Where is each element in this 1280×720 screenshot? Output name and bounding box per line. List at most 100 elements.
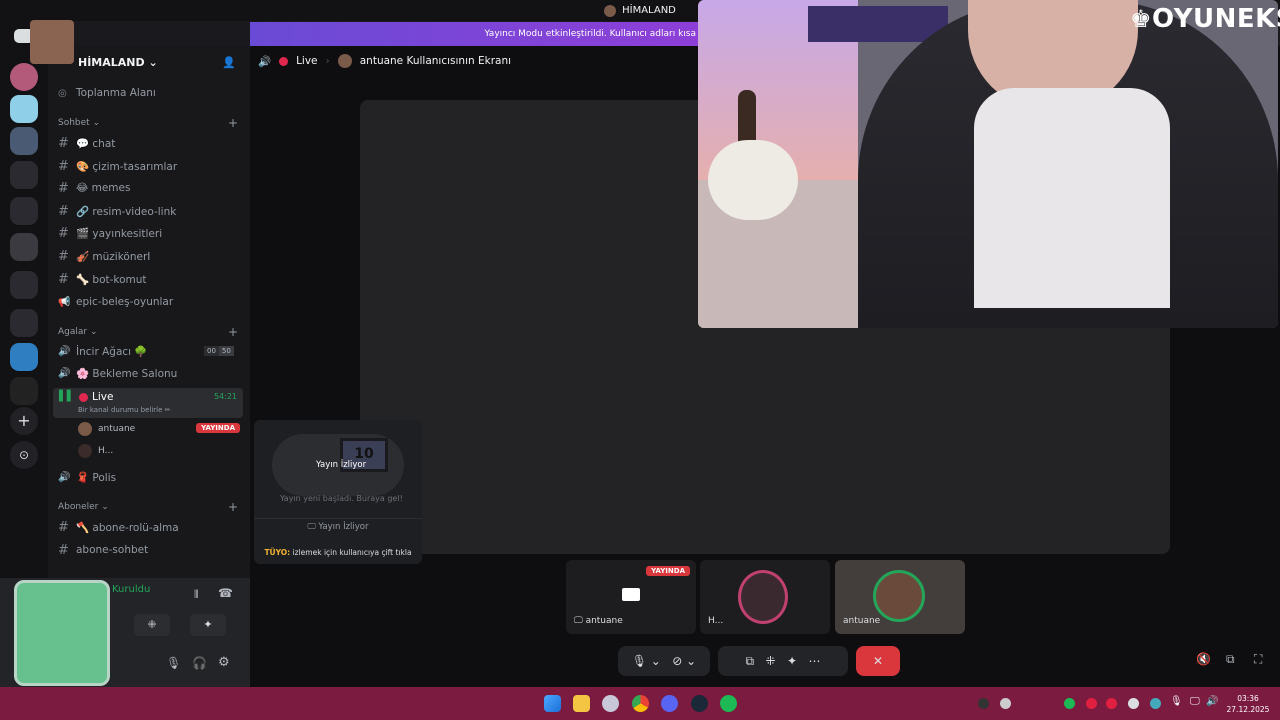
headphones-icon[interactable]: 🎧 [192, 656, 207, 670]
channel-toplanma[interactable]: ◎ Toplanma Alanı [58, 84, 156, 102]
microphone-icon[interactable]: 🎙 [166, 656, 181, 670]
streamer-mode-banner: Yayıncı Modu etkinleştirildi. Kullanıcı … [250, 22, 700, 46]
channel-status[interactable]: Bir kanal durumu belirle ✏ [78, 406, 171, 414]
channel-memes[interactable]: # 😂 memes [58, 179, 130, 197]
server-icon[interactable] [10, 95, 38, 123]
live-badge: YAYINDA [646, 566, 690, 576]
tray-icon[interactable] [1128, 698, 1139, 709]
invite-icon[interactable]: 👤 [222, 56, 236, 69]
microphone-control[interactable]: 🎙 ⌄ ⊘ ⌄ [618, 646, 710, 676]
server-folder-icon[interactable] [10, 271, 38, 299]
fullscreen-icon[interactable]: ⛶ [1254, 652, 1262, 667]
add-channel-icon[interactable]: + [228, 500, 238, 514]
activities-button[interactable]: ⁜ [134, 614, 170, 636]
stream-preview-popup: 10 Yayın İzliyor Yayın yeni başladı. Bur… [254, 420, 422, 564]
channel-abone-sohbet[interactable]: # abone-sohbet [58, 541, 148, 559]
leave-call-button[interactable]: ✕ [856, 646, 900, 676]
server-icon[interactable] [10, 233, 38, 261]
popout-icon[interactable]: ⧉ [1226, 652, 1235, 667]
soundboard-icon[interactable]: ⫴ [194, 588, 199, 602]
header-channel-name: Live [296, 55, 318, 67]
server-icon[interactable] [10, 127, 38, 155]
channel-bot[interactable]: # 🦴 bot-komut [58, 270, 147, 288]
mic-tray-icon[interactable]: 🎙 [1170, 696, 1183, 707]
voice-channel-incir[interactable]: 🔊 İncir Ağacı 🌳 [58, 342, 147, 360]
category-aboneler[interactable]: Aboneler ⌄ [58, 502, 109, 512]
server-icon[interactable] [10, 343, 38, 371]
clock[interactable]: 03:36 27.12.2025 [1226, 693, 1270, 715]
voice-channel-bekleme[interactable]: 🔊 🌸 Bekleme Salonu [58, 364, 177, 382]
channel-chat[interactable]: # 💬 chat [58, 134, 115, 152]
voice-channel-live[interactable]: ▌▌ Live 54:21 Bir kanal durumu belirle ✏ [53, 388, 243, 418]
soundboard-button[interactable]: ✦ [190, 614, 226, 636]
server-folder-icon[interactable] [10, 309, 38, 337]
disconnect-icon[interactable]: ☎ [218, 586, 233, 600]
banner-text: Yayıncı Modu etkinleştirildi. Kullanıcı … [484, 29, 696, 39]
server-avatar [30, 20, 74, 64]
chrome-icon[interactable] [632, 695, 649, 712]
server-folder-icon[interactable] [10, 161, 38, 189]
add-channel-icon[interactable]: + [228, 116, 238, 130]
clock-date: 27.12.2025 [1226, 705, 1270, 714]
tray-icon[interactable] [1064, 698, 1075, 709]
jar-sticker [14, 580, 110, 686]
hash-icon: # [58, 135, 69, 151]
add-channel-icon[interactable]: + [228, 325, 238, 339]
participant-tile[interactable]: YAYINDA 🖵 antuane [566, 560, 696, 634]
channel-cizim[interactable]: # 🎨 çizim-tasarımlar [58, 157, 177, 175]
voice-channel-polis[interactable]: 🔊 🧣 Polis [58, 468, 116, 486]
call-header: 🔊 Live › antuane Kullanıcısının Ekranı [258, 54, 512, 68]
speaker-icon: 🔊 [58, 471, 71, 483]
server-icon[interactable] [10, 377, 38, 405]
clock-time: 03:36 [1237, 694, 1259, 703]
popup-divider [254, 518, 422, 519]
popup-tip: TÜYO: izlemek için kullanıcıya çift tıkl… [264, 548, 412, 557]
voice-member[interactable]: H... [78, 444, 240, 460]
watch-stream-button[interactable]: 🖵 Yayın İzliyor [254, 522, 422, 540]
hash-icon: # [58, 180, 69, 196]
channel-epic[interactable]: 📢 epic-beleş-oyunlar [58, 293, 173, 311]
server-folder-icon[interactable] [10, 197, 38, 225]
screen-share-icon [622, 588, 640, 601]
obs-icon[interactable] [602, 695, 619, 712]
channel-yayinkesitleri[interactable]: # 🎬 yayınkesitleri [58, 224, 162, 242]
add-server-icon[interactable]: + [10, 407, 38, 435]
stage-icon: ◎ [58, 87, 67, 99]
category-sohbet[interactable]: Sohbet ⌄ [58, 118, 100, 128]
tray-icon[interactable] [1106, 698, 1117, 709]
participant-name: antuane [843, 616, 881, 626]
hash-icon: # [58, 542, 69, 558]
logo-figure-icon: ♚ [1130, 5, 1153, 33]
call-actions-group[interactable]: ⧉ ⁜ ✦ ⋯ [718, 646, 848, 676]
settings-gear-icon[interactable]: ⚙ [218, 655, 230, 670]
channel-muzik[interactable]: # 🎻 müzikönerI [58, 247, 150, 265]
tray-icon[interactable] [1150, 698, 1161, 709]
tray-icon[interactable] [1000, 698, 1011, 709]
tray-icon[interactable] [978, 698, 989, 709]
popup-illustration: 10 Yayın İzliyor [272, 434, 404, 496]
participant-tile[interactable]: antuane [835, 560, 965, 634]
speaker-icon: 🔊 [258, 55, 272, 68]
file-explorer-icon[interactable] [573, 695, 590, 712]
spotify-icon[interactable] [720, 695, 737, 712]
channel-resim[interactable]: # 🔗 resim-video-link [58, 202, 176, 220]
live-timer: 54:21 [213, 392, 237, 401]
announcement-icon: 📢 [58, 296, 71, 308]
volume-mute-icon[interactable]: 🔇 [1196, 652, 1211, 666]
live-dot [279, 56, 289, 66]
discover-icon[interactable]: ⊙ [10, 441, 38, 469]
participant-tile[interactable]: H... [700, 560, 830, 634]
tray-icon[interactable] [1086, 698, 1097, 709]
voice-member[interactable]: antuane YAYINDA [78, 422, 240, 438]
monitor-tray-icon[interactable]: 🖵 [1190, 696, 1200, 707]
discord-icon[interactable] [661, 695, 678, 712]
speaker-icon: 🔊 [58, 367, 71, 379]
steam-icon[interactable] [691, 695, 708, 712]
server-icon[interactable] [10, 63, 38, 91]
server-name-header[interactable]: HİMALAND ⌄ [78, 56, 158, 69]
speaker-tray-icon[interactable]: 🔊 [1206, 696, 1218, 707]
start-icon[interactable] [544, 695, 561, 712]
voice-user-panel: Kuruldu ⫴ ☎ ⁜ ✦ 🎙 🎧 ⚙ [0, 578, 250, 687]
category-agalar[interactable]: Agalar ⌄ [58, 327, 98, 337]
channel-abone-rolu[interactable]: # 🪓 abone-rolü-alma [58, 518, 179, 536]
